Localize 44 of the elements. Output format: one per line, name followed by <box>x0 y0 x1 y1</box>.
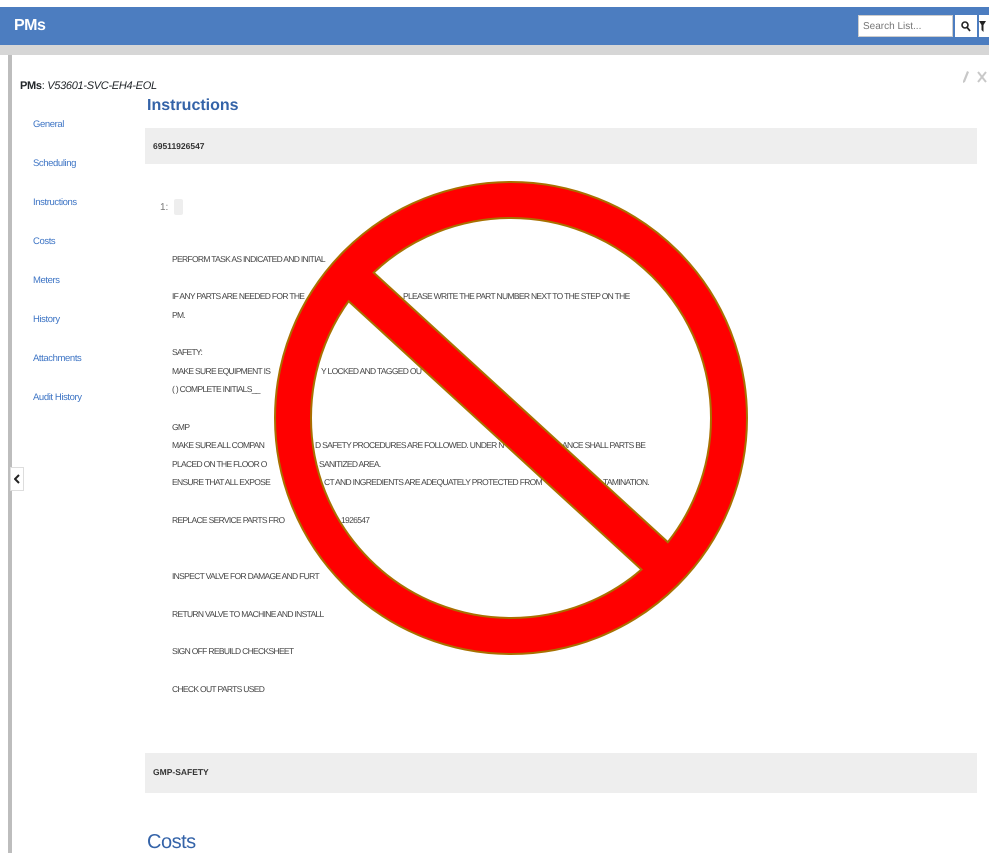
instruction-text: MAKE SURE ALL COMPAN <box>172 439 264 452</box>
instruction-text: PERFORM TASK AS INDICATED AND INITIAL <box>172 252 325 266</box>
instruction-text: SANITIZED AREA. <box>319 458 381 471</box>
instruction-text: 1926547 <box>341 514 370 527</box>
collapse-button[interactable] <box>10 467 24 491</box>
instruction-text: INSPECT VALVE FOR DAMAGE AND FURT <box>172 570 319 584</box>
group-bar: GMP-SAFETY <box>145 752 977 792</box>
instruction-text: GMP <box>172 420 190 434</box>
filter-button[interactable] <box>979 15 989 37</box>
instruction-text: IF ANY PARTS ARE NEEDED FOR THE <box>172 290 304 304</box>
instruction-text: MAKE SURE EQUIPMENT IS <box>172 364 270 378</box>
instruction-text: CT AND INGREDIENTS ARE ADEQUATELY PROTECTED FROM <box>324 476 542 490</box>
instruction-text: SIGN OFF REBUILD CHECKSHEET <box>172 645 294 658</box>
search-field[interactable]: Search List... <box>858 15 953 37</box>
instruction-text: REPLACE SERVICE PARTS FRO <box>172 514 284 527</box>
sidebar-link[interactable]: History <box>33 311 132 328</box>
sidebar-link[interactable]: Scheduling <box>33 155 132 172</box>
instruction-text: SAFETY: <box>172 346 202 360</box>
filter-icon <box>979 20 986 32</box>
instruction-text: CHECK OUT PARTS USED <box>172 682 264 696</box>
instruction-code-bar: 69511926547 <box>145 128 977 164</box>
sidebar-link[interactable]: Instructions <box>33 194 132 211</box>
instruction-text: ENSURE THAT ALL EXPOSE <box>172 476 270 490</box>
search-icon <box>961 20 971 32</box>
search-button[interactable] <box>955 15 977 37</box>
section-heading: Instructions <box>147 99 240 111</box>
sidebar-link[interactable]: Audit History <box>33 389 132 406</box>
instruction-text: TAMINATION. <box>603 476 650 490</box>
chevron-left-icon <box>14 474 20 484</box>
instruction-text: ANCE SHALL PARTS BE <box>562 439 646 452</box>
instruction-text: PLACED ON THE FLOOR O <box>172 458 267 471</box>
sidebar-link[interactable]: General <box>33 116 132 133</box>
instruction-text: RETURN VALVE TO MACHINE AND INSTALL <box>172 608 324 621</box>
instruction-text: Y LOCKED AND TAGGED OU <box>321 364 422 378</box>
instruction-text: PM. <box>172 308 186 322</box>
app-title: PMs <box>14 16 46 36</box>
sidebar-link[interactable]: Meters <box>33 272 132 289</box>
sidebar-link[interactable]: Costs <box>33 233 132 250</box>
record-title: PMs: V53601-SVC-EH4-EOL <box>20 79 157 93</box>
sidebar-link[interactable]: Attachments <box>33 350 132 367</box>
instruction-text: PLEASE WRITE THE PART NUMBER NEXT TO THE STEP ON THE <box>403 290 630 304</box>
step-number: 1: <box>160 200 168 214</box>
instruction-text: ( ) COMPLETE INITIALS__ <box>172 383 260 396</box>
section-heading: Costs <box>147 830 197 852</box>
